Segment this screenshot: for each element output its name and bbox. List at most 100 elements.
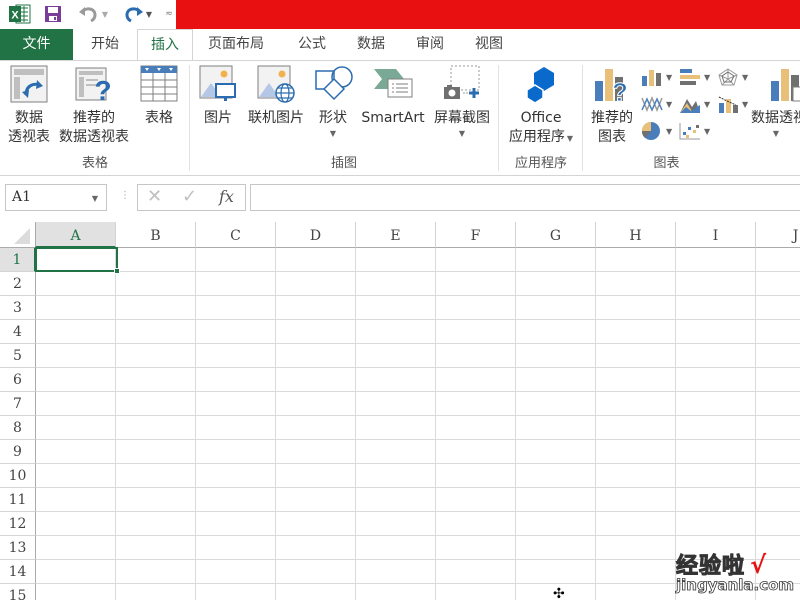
picture-button[interactable]: 图片: [198, 65, 238, 128]
fill-handle[interactable]: [114, 268, 120, 274]
undo-icon[interactable]: ▼: [76, 3, 110, 25]
svg-text:X: X: [11, 10, 19, 22]
tab-page-layout[interactable]: 页面布局: [196, 29, 276, 61]
bar-chart-icon[interactable]: ▼: [679, 66, 715, 88]
row-header-15[interactable]: 15: [0, 584, 36, 600]
row-header-4[interactable]: 4: [0, 320, 36, 344]
redo-icon[interactable]: ▼: [120, 3, 154, 25]
row-header-13[interactable]: 13: [0, 536, 36, 560]
pie-chart-icon[interactable]: ▼: [641, 120, 677, 142]
selected-cell[interactable]: [35, 247, 120, 274]
save-icon[interactable]: [42, 3, 64, 25]
combo-chart-icon[interactable]: ▼: [717, 93, 753, 115]
row-header-3[interactable]: 3: [0, 296, 36, 320]
row-header-1[interactable]: 1: [0, 248, 36, 272]
column-header-a[interactable]: A: [36, 222, 116, 248]
pivot-table-button[interactable]: 数据 透视表: [4, 65, 54, 147]
row-header-14[interactable]: 14: [0, 560, 36, 584]
title-bar: X ▼ ▼ ≂: [0, 0, 800, 29]
select-all-corner[interactable]: [0, 222, 36, 248]
splitter-handle[interactable]: ⋮: [120, 190, 130, 201]
line-chart-icon[interactable]: ▼: [641, 93, 677, 115]
tab-file[interactable]: 文件: [0, 29, 73, 61]
undo-dropdown-icon[interactable]: ▼: [102, 10, 108, 19]
excel-icon: X: [8, 3, 32, 25]
screenshot-dropdown-icon[interactable]: ▼: [430, 128, 494, 140]
row-gridline: [36, 343, 800, 344]
cancel-icon[interactable]: ✕: [147, 186, 162, 207]
pivot-chart-label: 数据透视: [751, 110, 800, 126]
tab-view[interactable]: 视图: [463, 29, 515, 61]
pivot-chart-button[interactable]: 数据透视 ▼: [751, 65, 800, 140]
row-header-11[interactable]: 11: [0, 488, 36, 512]
shapes-button[interactable]: 形状 ▼: [310, 65, 356, 140]
row-header-8[interactable]: 8: [0, 416, 36, 440]
column-header-b[interactable]: B: [116, 222, 196, 248]
office-apps-button[interactable]: Office 应用程序 ▼: [503, 65, 579, 148]
radar-chart-icon[interactable]: ▼: [717, 66, 753, 88]
group-charts-label: 图表: [653, 156, 680, 171]
table-button[interactable]: 表格: [136, 65, 182, 128]
formula-input[interactable]: [250, 184, 800, 211]
customize-qat-icon[interactable]: ≂: [163, 3, 175, 25]
pivot-chart-dropdown-icon[interactable]: ▼: [731, 128, 800, 140]
formula-bar: A1 ▼ ⋮ ✕ ✓ fx: [0, 177, 800, 221]
shapes-dropdown-icon[interactable]: ▼: [310, 128, 356, 140]
tab-insert[interactable]: 插入: [137, 29, 193, 62]
name-box-value: A1: [12, 189, 32, 205]
watermark-en: jingyanla.com: [676, 576, 795, 595]
column-header-d[interactable]: D: [276, 222, 356, 248]
recommended-charts-button[interactable]: ? 推荐的 图表: [587, 65, 637, 147]
group-apps: Office 应用程序 ▼ 应用程序: [499, 61, 583, 175]
spreadsheet-grid: ABCDEFGHIJ 1 2 3 4 5 6 7 8 9 10 11 12 13 14 15: [0, 222, 800, 600]
tab-data[interactable]: 数据: [345, 29, 397, 61]
row-header-6[interactable]: 6: [0, 368, 36, 392]
row-header-5[interactable]: 5: [0, 344, 36, 368]
recommended-charts-label-2: 图表: [598, 129, 626, 145]
column-header-f[interactable]: F: [436, 222, 516, 248]
recommended-pivot-table-button[interactable]: ? 推荐的 数据透视表: [55, 65, 133, 147]
tab-review[interactable]: 审阅: [404, 29, 456, 61]
smartart-label: SmartArt: [361, 110, 425, 126]
smartart-button[interactable]: SmartArt: [358, 65, 428, 128]
row-gridline: [36, 319, 800, 320]
pivot-table-icon: [10, 65, 48, 105]
scatter-chart-icon[interactable]: ▼: [679, 120, 715, 142]
row-header-2[interactable]: 2: [0, 272, 36, 296]
insert-function-button[interactable]: fx: [219, 187, 234, 206]
picture-label: 图片: [204, 110, 232, 126]
column-header-i[interactable]: I: [676, 222, 756, 248]
column-header-e[interactable]: E: [356, 222, 436, 248]
tab-home[interactable]: 开始: [78, 29, 132, 61]
column-header-j[interactable]: J: [756, 222, 800, 248]
office-apps-dropdown-icon[interactable]: ▼: [567, 134, 573, 143]
office-apps-icon: [522, 65, 560, 105]
column-header-h[interactable]: H: [596, 222, 676, 248]
office-apps-label-1: Office: [520, 110, 562, 126]
row-header-10[interactable]: 10: [0, 464, 36, 488]
row-header-12[interactable]: 12: [0, 512, 36, 536]
row-gridline: [36, 535, 800, 536]
online-picture-button[interactable]: 联机图片: [244, 65, 308, 128]
screenshot-icon: [443, 65, 481, 105]
area-chart-icon[interactable]: ▼: [679, 93, 715, 115]
row-gridline: [36, 271, 800, 272]
name-box[interactable]: A1 ▼: [5, 184, 107, 211]
row-header-9[interactable]: 9: [0, 440, 36, 464]
recommended-charts-label-1: 推荐的: [591, 110, 633, 126]
online-picture-icon: [257, 65, 295, 105]
row-gridline: [36, 439, 800, 440]
group-illustrations: 图片 联机图片 形状 ▼ SmartArt 屏幕截图 ▼ 插图: [190, 61, 498, 175]
redo-dropdown-icon[interactable]: ▼: [146, 10, 152, 19]
column-header-g[interactable]: G: [516, 222, 596, 248]
screenshot-button[interactable]: 屏幕截图 ▼: [430, 65, 494, 140]
column-header-c[interactable]: C: [196, 222, 276, 248]
table-icon: [140, 65, 178, 105]
column-chart-icon[interactable]: ▼: [641, 66, 677, 88]
enter-icon[interactable]: ✓: [182, 186, 197, 207]
name-box-dropdown-icon[interactable]: ▼: [92, 194, 98, 203]
row-gridline: [36, 295, 800, 296]
row-header-7[interactable]: 7: [0, 392, 36, 416]
tab-formulas[interactable]: 公式: [286, 29, 338, 61]
recommended-charts-icon: ?: [593, 65, 631, 108]
